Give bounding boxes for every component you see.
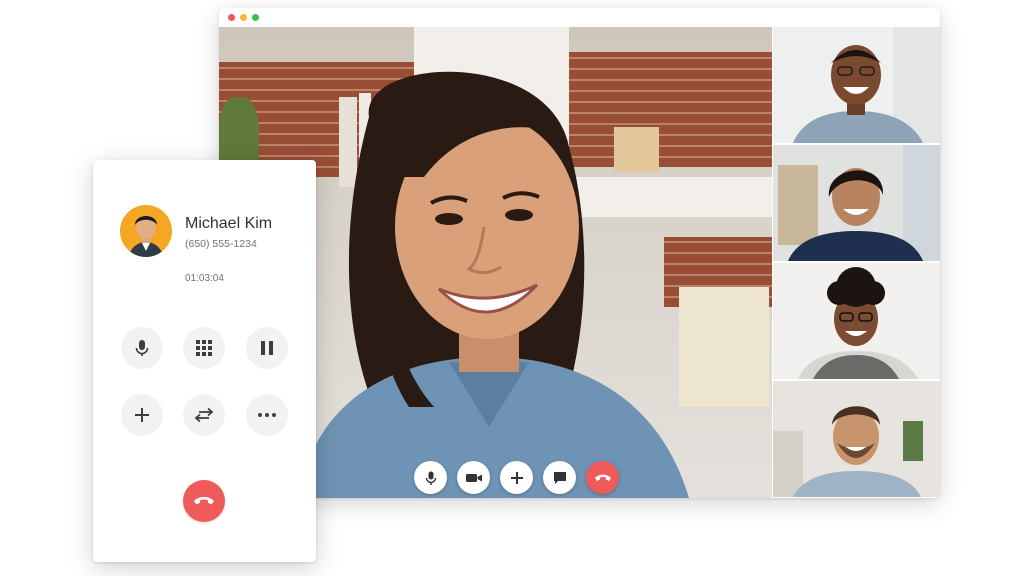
phone-hangup-icon xyxy=(594,474,611,481)
caller-name: Michael Kim xyxy=(185,215,273,232)
microphone-icon xyxy=(135,340,149,356)
video-end-call-button[interactable] xyxy=(586,461,619,494)
transfer-button[interactable] xyxy=(183,394,225,436)
video-call-window xyxy=(219,8,940,498)
microphone-icon xyxy=(425,471,436,485)
caller-avatar xyxy=(120,205,172,257)
pause-icon xyxy=(261,341,273,355)
call-duration: 01:03:04 xyxy=(185,273,224,284)
video-camera-icon xyxy=(465,473,482,482)
phone-call-card: Michael Kim (650) 555-1234 01:03:04 xyxy=(93,160,316,562)
plus-icon xyxy=(510,471,523,484)
video-add-participant-button[interactable] xyxy=(500,461,533,494)
end-call-button[interactable] xyxy=(183,480,225,522)
participant-tile[interactable] xyxy=(773,27,940,143)
window-titlebar xyxy=(219,8,940,27)
keypad-grid-icon xyxy=(196,340,212,356)
participant-tile[interactable] xyxy=(773,145,940,261)
video-call-controls xyxy=(414,461,619,495)
video-mute-button[interactable] xyxy=(414,461,447,494)
phone-hangup-icon xyxy=(194,496,214,505)
chat-bubble-icon xyxy=(553,471,566,484)
plus-icon xyxy=(135,408,149,422)
participant-tile[interactable] xyxy=(773,381,940,497)
window-minimize-dot[interactable] xyxy=(240,14,247,21)
more-dots-icon xyxy=(258,413,276,417)
video-chat-button[interactable] xyxy=(543,461,576,494)
participant-tile[interactable] xyxy=(773,263,940,379)
mute-button[interactable] xyxy=(121,327,163,369)
add-call-button[interactable] xyxy=(121,394,163,436)
video-camera-button[interactable] xyxy=(457,461,490,494)
hold-button[interactable] xyxy=(246,327,288,369)
caller-phone-number: (650) 555-1234 xyxy=(185,238,257,250)
participant-thumbnails xyxy=(773,27,940,498)
window-close-dot[interactable] xyxy=(228,14,235,21)
window-maximize-dot[interactable] xyxy=(252,14,259,21)
keypad-button[interactable] xyxy=(183,327,225,369)
transfer-arrows-icon xyxy=(194,407,214,423)
more-options-button[interactable] xyxy=(246,394,288,436)
